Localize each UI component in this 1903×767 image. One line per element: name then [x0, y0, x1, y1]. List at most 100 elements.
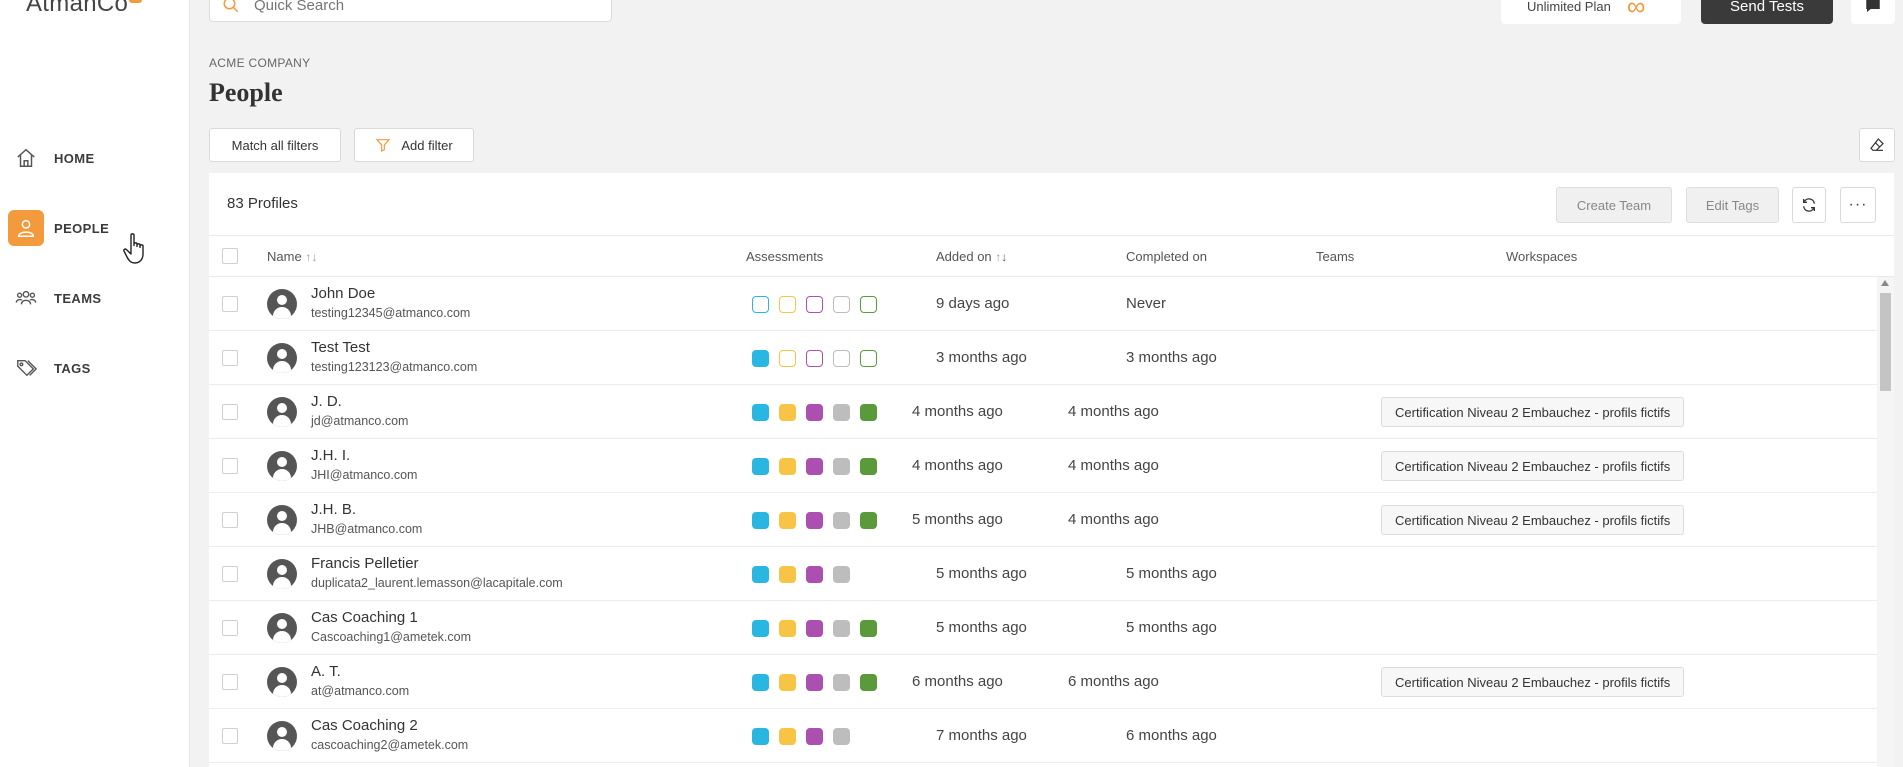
- assessment-status-icon[interactable]: [779, 458, 796, 475]
- assessment-status-icon[interactable]: [860, 404, 877, 421]
- workspace-tag[interactable]: Certification Niveau 2 Embauchez - profi…: [1381, 451, 1685, 481]
- assessment-status-icon[interactable]: [860, 350, 877, 367]
- assessment-status-icon[interactable]: [752, 728, 769, 745]
- workspace-tag[interactable]: Certification Niveau 2 Embauchez - profi…: [1381, 667, 1685, 697]
- row-checkbox[interactable]: [222, 674, 238, 690]
- plan-indicator[interactable]: Unlimited Plan ∞: [1501, 0, 1681, 24]
- assessment-status-icon[interactable]: [752, 296, 769, 313]
- create-team-button[interactable]: Create Team: [1556, 187, 1672, 223]
- row-checkbox[interactable]: [222, 350, 238, 366]
- assessment-status-icon[interactable]: [833, 728, 850, 745]
- sidebar-item-tags[interactable]: TAGS: [0, 346, 190, 390]
- scrollbar-thumb[interactable]: [1880, 293, 1891, 391]
- app-logo[interactable]: AtmanCo: [26, 0, 143, 18]
- table-row[interactable]: J.H. I. JHI@atmanco.com 4 months ago 4 mont…: [209, 439, 1877, 493]
- assessment-status-icon[interactable]: [752, 674, 769, 691]
- assessment-status-icon[interactable]: [860, 512, 877, 529]
- assessment-status-icon[interactable]: [779, 728, 796, 745]
- row-checkbox[interactable]: [222, 404, 238, 420]
- assessment-status-icon[interactable]: [806, 674, 823, 691]
- assessment-status-icon[interactable]: [833, 350, 850, 367]
- person-name[interactable]: Test Test: [311, 339, 370, 356]
- assessment-status-icon[interactable]: [779, 566, 796, 583]
- assessment-status-icon[interactable]: [833, 566, 850, 583]
- assessment-status-icon[interactable]: [833, 458, 850, 475]
- row-checkbox[interactable]: [222, 728, 238, 744]
- table-row[interactable]: Test Test testing123123@atmanco.com 3 mont…: [209, 331, 1877, 385]
- assessment-status-icon[interactable]: [806, 566, 823, 583]
- assessment-status-icon[interactable]: [752, 458, 769, 475]
- send-tests-button[interactable]: Send Tests: [1701, 0, 1833, 24]
- assessment-status-icon[interactable]: [779, 512, 796, 529]
- row-checkbox[interactable]: [222, 458, 238, 474]
- search-input[interactable]: [254, 0, 554, 14]
- assessment-status-icon[interactable]: [833, 404, 850, 421]
- person-name[interactable]: Cas Coaching 1: [311, 609, 418, 626]
- assessment-status-icon[interactable]: [752, 404, 769, 421]
- assessment-status-icon[interactable]: [806, 404, 823, 421]
- search-box[interactable]: [209, 0, 612, 22]
- table-row[interactable]: Francis Pelletier duplicata2_laurent.lema…: [209, 547, 1877, 601]
- assessment-status-icon[interactable]: [860, 296, 877, 313]
- person-name[interactable]: John Doe: [311, 285, 375, 302]
- sidebar-item-home[interactable]: HOME: [0, 136, 190, 180]
- person-name[interactable]: J.H. B.: [311, 501, 356, 518]
- table-row[interactable]: Cas Coaching 1 Cascoaching1@ametek.com 5 m…: [209, 601, 1877, 655]
- assessment-status-icon[interactable]: [833, 296, 850, 313]
- assessment-status-icon[interactable]: [806, 620, 823, 637]
- column-header-name[interactable]: Name ↑↓: [267, 249, 317, 264]
- column-header-completed-on[interactable]: Completed on: [1126, 249, 1207, 264]
- assessment-status-icon[interactable]: [833, 674, 850, 691]
- table-scrollbar[interactable]: [1877, 277, 1894, 767]
- more-options-button[interactable]: ···: [1840, 187, 1876, 223]
- table-row[interactable]: J. D. jd@atmanco.com 4 months ago 4 months …: [209, 385, 1877, 439]
- person-name[interactable]: Cas Coaching 2: [311, 717, 418, 734]
- assessment-status-icon[interactable]: [833, 620, 850, 637]
- assessment-status-icon[interactable]: [806, 728, 823, 745]
- sidebar-item-teams[interactable]: TEAMS: [0, 276, 190, 320]
- select-all-checkbox[interactable]: [222, 248, 238, 264]
- row-checkbox[interactable]: [222, 512, 238, 528]
- person-name[interactable]: Francis Pelletier: [311, 555, 419, 572]
- workspace-tag[interactable]: Certification Niveau 2 Embauchez - profi…: [1381, 397, 1685, 427]
- assessment-status-icon[interactable]: [833, 512, 850, 529]
- assessment-status-icon[interactable]: [752, 620, 769, 637]
- workspace-tag[interactable]: Certification Niveau 2 Embauchez - profi…: [1381, 505, 1685, 535]
- match-all-filters-button[interactable]: Match all filters: [209, 128, 341, 162]
- edit-tags-button[interactable]: Edit Tags: [1686, 187, 1779, 223]
- row-checkbox[interactable]: [222, 296, 238, 312]
- assessment-status-icon[interactable]: [752, 350, 769, 367]
- person-name[interactable]: J. D.: [311, 393, 342, 410]
- column-header-added-on[interactable]: Added on ↑↓: [936, 249, 1007, 264]
- assessment-status-icon[interactable]: [860, 458, 877, 475]
- people-table-panel: 83 Profiles Create Team Edit Tags ··· Na…: [209, 173, 1894, 767]
- row-checkbox[interactable]: [222, 620, 238, 636]
- assessment-status-icon[interactable]: [806, 350, 823, 367]
- assessment-status-icon[interactable]: [806, 458, 823, 475]
- row-checkbox[interactable]: [222, 566, 238, 582]
- assessment-status-icon[interactable]: [779, 674, 796, 691]
- scroll-up-arrow-icon[interactable]: [1881, 280, 1889, 286]
- assessment-status-icon[interactable]: [779, 296, 796, 313]
- person-name[interactable]: J.H. I.: [311, 447, 350, 464]
- assessment-status-icon[interactable]: [779, 620, 796, 637]
- table-row[interactable]: Cas Coaching 2 cascoaching2@ametek.com 7 m…: [209, 709, 1877, 763]
- assessment-status-icon[interactable]: [779, 404, 796, 421]
- table-row[interactable]: John Doe testing12345@atmanco.com 9 days a…: [209, 277, 1877, 331]
- chat-button[interactable]: [1851, 0, 1895, 24]
- assessment-status-icon[interactable]: [806, 512, 823, 529]
- sidebar-item-people[interactable]: PEOPLE: [0, 206, 190, 250]
- assessment-status-icon[interactable]: [860, 674, 877, 691]
- refresh-button[interactable]: [1792, 187, 1826, 223]
- clear-filters-button[interactable]: [1859, 128, 1895, 162]
- added-on-cell: 9 days ago: [936, 295, 1010, 312]
- assessment-status-icon[interactable]: [860, 620, 877, 637]
- assessment-status-icon[interactable]: [752, 512, 769, 529]
- table-row[interactable]: J.H. B. JHB@atmanco.com 5 months ago 4 mont…: [209, 493, 1877, 547]
- assessment-status-icon[interactable]: [752, 566, 769, 583]
- assessment-status-icon[interactable]: [806, 296, 823, 313]
- add-filter-button[interactable]: Add filter: [354, 128, 474, 162]
- table-row[interactable]: A. T. at@atmanco.com 6 months ago 6 months …: [209, 655, 1877, 709]
- person-name[interactable]: A. T.: [311, 663, 341, 680]
- assessment-status-icon[interactable]: [779, 350, 796, 367]
